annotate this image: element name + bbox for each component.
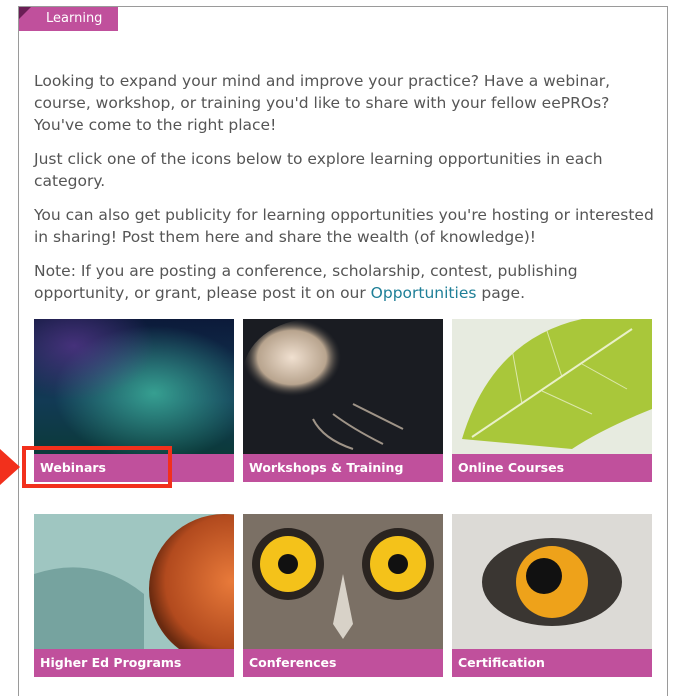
tile-conferences[interactable]: Conferences (243, 514, 443, 677)
intro-text: Looking to expand your mind and improve … (34, 70, 656, 316)
annotation-arrow-icon (0, 449, 20, 485)
microphone-image (34, 514, 234, 649)
section-tag: Learning (19, 7, 118, 31)
category-grid: Webinars Workshops & Training Online Cou… (34, 319, 654, 689)
tag-corner (19, 7, 31, 19)
owl-image (243, 514, 443, 649)
intro-paragraph-4: Note: If you are posting a conference, s… (34, 260, 656, 304)
tile-online-courses[interactable]: Online Courses (452, 319, 652, 482)
leaf-image (452, 319, 652, 454)
aurora-image (34, 319, 234, 454)
tile-higher-ed-programs[interactable]: Higher Ed Programs (34, 514, 234, 677)
tile-label: Certification (452, 649, 652, 677)
tile-label: Workshops & Training (243, 454, 443, 482)
eye-image (452, 514, 652, 649)
tile-label: Higher Ed Programs (34, 649, 234, 677)
section-tag-label: Learning (46, 11, 103, 26)
learning-panel: Learning Looking to expand your mind and… (18, 6, 668, 696)
intro-paragraph-3: You can also get publicity for learning … (34, 206, 654, 246)
jellyfish-image (243, 319, 443, 454)
intro-paragraph-1: Looking to expand your mind and improve … (34, 72, 611, 134)
opportunities-link[interactable]: Opportunities (371, 284, 477, 302)
note-text-end: page. (476, 284, 526, 302)
tile-workshops-training[interactable]: Workshops & Training (243, 319, 443, 482)
tile-label: Conferences (243, 649, 443, 677)
intro-paragraph-2: Just click one of the icons below to exp… (34, 150, 603, 190)
annotation-highlight-box (22, 446, 172, 488)
tile-certification[interactable]: Certification (452, 514, 652, 677)
tile-label: Online Courses (452, 454, 652, 482)
